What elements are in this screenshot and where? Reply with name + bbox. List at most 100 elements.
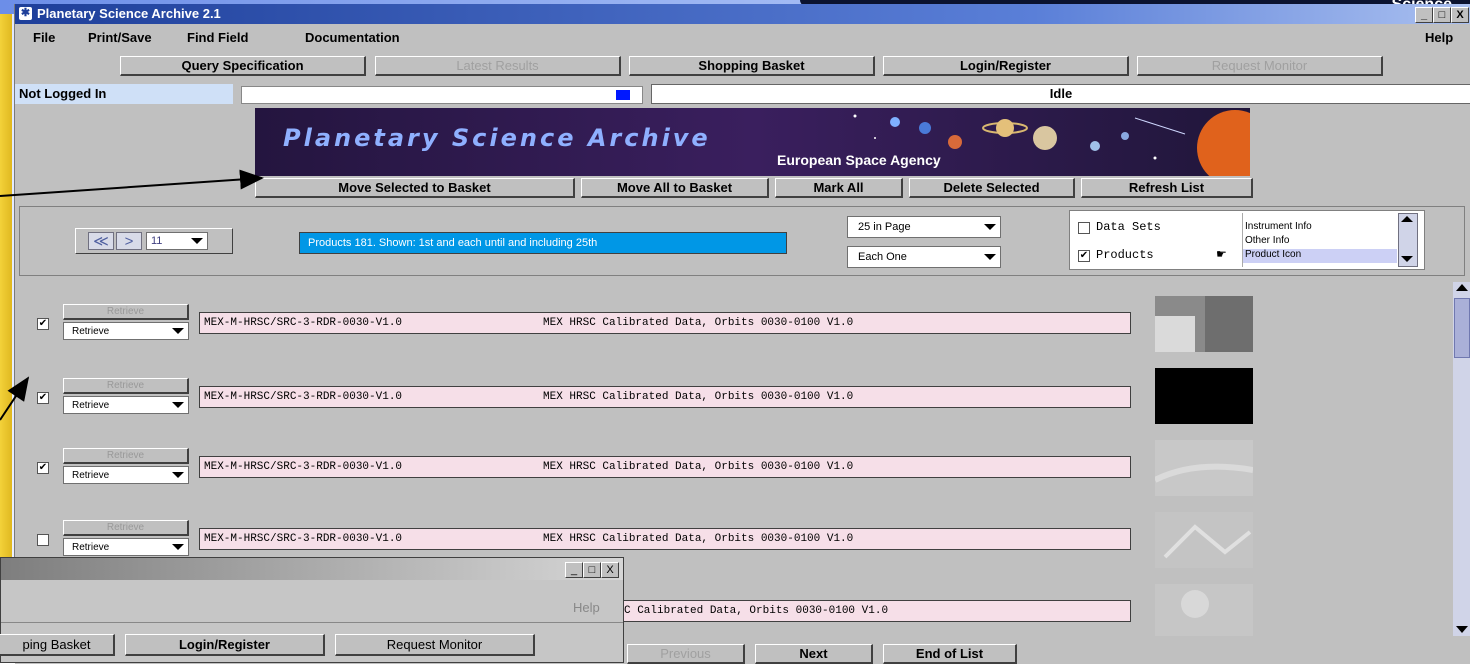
app-icon: ✱ xyxy=(19,7,32,20)
list-item[interactable]: C Calibrated Data, Orbits 0030-0100 V1.0 xyxy=(619,600,1131,622)
dataset-id: MEX-M-HRSC/SRC-3-RDR-0030-V1.0 xyxy=(204,391,403,403)
delete-selected-button[interactable]: Delete Selected xyxy=(909,178,1075,198)
product-thumbnail[interactable] xyxy=(1155,296,1253,352)
chevron-down-icon xyxy=(172,402,184,408)
tab-query-specification[interactable]: Query Specification xyxy=(120,56,366,76)
menu-file[interactable]: File xyxy=(33,30,55,45)
row-checkbox[interactable] xyxy=(37,534,49,546)
retrieve-select[interactable]: Retrieve xyxy=(63,538,189,556)
chevron-down-icon xyxy=(172,544,184,550)
overlay-tab-shopping-basket[interactable]: ping Basket xyxy=(0,634,115,656)
menu-bar: File Print/Save Find Field Documentation… xyxy=(15,26,1470,48)
list-item[interactable]: Instrument Info xyxy=(1245,221,1312,232)
product-thumbnail[interactable] xyxy=(1155,368,1253,424)
progress-bar xyxy=(241,86,643,104)
row-checkbox[interactable]: ✔ xyxy=(37,392,49,404)
list-item[interactable]: MEX-M-HRSC/SRC-3-RDR-0030-V1.0 MEX HRSC … xyxy=(199,386,1131,408)
products-label: Products xyxy=(1096,248,1154,262)
results-scrollbar[interactable] xyxy=(1453,282,1470,636)
retrieve-select-value: Retrieve xyxy=(72,542,110,553)
retrieve-select[interactable]: Retrieve xyxy=(63,322,189,340)
display-options: Data Sets ✔ Products ☛ Instrument Info O… xyxy=(1069,210,1425,270)
maximize-button[interactable]: □ xyxy=(583,562,601,578)
dataset-description: MEX HRSC Calibrated Data, Orbits 0030-01… xyxy=(543,317,854,329)
retrieve-select-value: Retrieve xyxy=(72,400,110,411)
mark-all-button[interactable]: Mark All xyxy=(775,178,903,198)
chevron-up-icon[interactable] xyxy=(1401,216,1413,222)
page-select[interactable]: 11 xyxy=(146,232,208,250)
product-thumbnail[interactable] xyxy=(1155,512,1253,568)
tab-request-monitor[interactable]: Request Monitor xyxy=(1137,56,1383,76)
retrieve-select[interactable]: Retrieve xyxy=(63,466,189,484)
progress-indicator xyxy=(616,90,630,100)
tab-login-register[interactable]: Login/Register xyxy=(883,56,1129,76)
retrieve-button[interactable]: Retrieve xyxy=(63,448,189,464)
products-checkbox[interactable]: ✔ xyxy=(1078,250,1090,262)
retrieve-button[interactable]: Retrieve xyxy=(63,520,189,536)
window-title: Planetary Science Archive 2.1 xyxy=(37,6,221,21)
retrieve-select[interactable]: Retrieve xyxy=(63,396,189,414)
page-size-value: 25 in Page xyxy=(858,221,911,233)
page-forward-button[interactable]: > xyxy=(116,232,142,250)
pager-controls: ≪ > 11 xyxy=(75,228,233,254)
products-info: Products 181. Shown: 1st and each until … xyxy=(299,232,787,254)
list-item[interactable]: MEX-M-HRSC/SRC-3-RDR-0030-V1.0 MEX HRSC … xyxy=(199,456,1131,478)
chevron-down-icon xyxy=(984,224,996,230)
dataset-description: MEX HRSC Calibrated Data, Orbits 0030-01… xyxy=(543,533,854,545)
menu-documentation[interactable]: Documentation xyxy=(305,30,400,45)
move-all-button[interactable]: Move All to Basket xyxy=(581,178,769,198)
list-item-selected[interactable]: Product Icon xyxy=(1243,249,1397,263)
previous-button[interactable]: Previous xyxy=(627,644,745,664)
tab-shopping-basket[interactable]: Shopping Basket xyxy=(629,56,875,76)
columns-list[interactable]: Instrument Info Other Info Product Icon xyxy=(1242,213,1397,267)
list-item[interactable]: MEX-M-HRSC/SRC-3-RDR-0030-V1.0 MEX HRSC … xyxy=(199,312,1131,334)
hand-icon: ☛ xyxy=(1216,247,1227,261)
chevron-down-icon xyxy=(172,328,184,334)
next-button[interactable]: Next xyxy=(755,644,873,664)
retrieve-button[interactable]: Retrieve xyxy=(63,378,189,394)
list-item[interactable]: MEX-M-HRSC/SRC-3-RDR-0030-V1.0 MEX HRSC … xyxy=(199,528,1131,550)
page-size-select[interactable]: 25 in Page xyxy=(847,216,1001,238)
close-button[interactable]: X xyxy=(601,562,619,578)
menu-help[interactable]: Help xyxy=(1425,30,1453,45)
divider xyxy=(1,622,623,623)
chevron-down-icon xyxy=(191,238,203,244)
minimize-button[interactable]: _ xyxy=(565,562,583,578)
chevron-down-icon[interactable] xyxy=(1456,626,1468,633)
row-checkbox[interactable]: ✔ xyxy=(37,462,49,474)
minimize-button[interactable]: _ xyxy=(1415,7,1433,23)
scroll-thumb[interactable] xyxy=(1454,298,1470,358)
dataset-description: C Calibrated Data, Orbits 0030-0100 V1.0 xyxy=(624,605,889,617)
activity-status: Idle xyxy=(651,84,1470,104)
product-thumbnail[interactable] xyxy=(1155,584,1253,636)
dataset-id: MEX-M-HRSC/SRC-3-RDR-0030-V1.0 xyxy=(204,461,403,473)
list-item[interactable]: Other Info xyxy=(1245,235,1289,246)
chevron-down-icon[interactable] xyxy=(1401,256,1413,262)
chevron-up-icon[interactable] xyxy=(1456,284,1468,291)
retrieve-button[interactable]: Retrieve xyxy=(63,304,189,320)
refresh-list-button[interactable]: Refresh List xyxy=(1081,178,1253,198)
end-of-list-button[interactable]: End of List xyxy=(883,644,1017,664)
chevron-down-icon xyxy=(984,254,996,260)
tab-latest-results[interactable]: Latest Results xyxy=(375,56,621,76)
step-select[interactable]: Each One xyxy=(847,246,1001,268)
overlay-tab-login-register[interactable]: Login/Register xyxy=(125,634,325,656)
move-selected-button[interactable]: Move Selected to Basket xyxy=(255,178,575,198)
datasets-label: Data Sets xyxy=(1096,220,1161,234)
menu-find-field[interactable]: Find Field xyxy=(187,30,248,45)
maximize-button[interactable]: □ xyxy=(1433,7,1451,23)
overlay-window: _ □ X Help ping Basket Login/Register Re… xyxy=(0,557,624,663)
page-back-button[interactable]: ≪ xyxy=(88,232,114,250)
menu-print-save[interactable]: Print/Save xyxy=(88,30,152,45)
row-checkbox[interactable]: ✔ xyxy=(37,318,49,330)
overlay-title-bar: _ □ X xyxy=(1,558,623,580)
title-bar: ✱ Planetary Science Archive 2.1 _ □ X xyxy=(15,4,1470,24)
step-value: Each One xyxy=(858,251,907,263)
overlay-menu-help[interactable]: Help xyxy=(573,600,600,615)
overlay-tab-request-monitor[interactable]: Request Monitor xyxy=(335,634,535,656)
columns-scrollbar[interactable] xyxy=(1398,213,1418,267)
retrieve-select-value: Retrieve xyxy=(72,326,110,337)
datasets-checkbox[interactable] xyxy=(1078,222,1090,234)
close-button[interactable]: X xyxy=(1451,7,1469,23)
product-thumbnail[interactable] xyxy=(1155,440,1253,496)
